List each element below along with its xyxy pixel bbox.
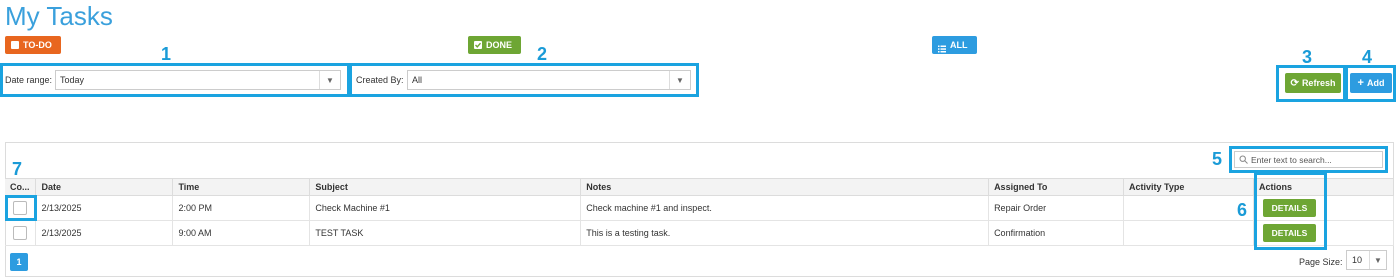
subject-cell: TEST TASK: [309, 220, 582, 246]
completed-checkbox[interactable]: [13, 226, 28, 240]
activity-type-cell: [1123, 220, 1254, 246]
table-row: 2/13/2025 9:00 AM TEST TASK This is a te…: [5, 220, 1395, 246]
column-header-activity-type[interactable]: Activity Type: [1123, 178, 1254, 196]
done-filter-button[interactable]: DONE: [468, 36, 521, 54]
add-button[interactable]: + Add: [1350, 73, 1392, 93]
date-cell: 2/13/2025: [35, 220, 174, 246]
add-label: Add: [1366, 78, 1385, 88]
all-filter-button[interactable]: ALL: [932, 36, 977, 54]
search-input[interactable]: Enter text to search...: [1251, 155, 1332, 165]
chevron-down-icon: ▼: [1369, 251, 1386, 269]
column-header-time[interactable]: Time: [172, 178, 311, 196]
plus-icon: +: [1357, 77, 1364, 89]
assigned-to-cell: Confirmation: [988, 220, 1125, 246]
chevron-down-icon: ▼: [669, 71, 690, 89]
todo-filter-button[interactable]: TO-DO: [5, 36, 61, 54]
assigned-to-cell: Repair Order: [988, 195, 1125, 221]
page-title: My Tasks: [5, 1, 113, 31]
annotation-1: 1: [161, 44, 172, 64]
date-range-label: Date range:: [5, 75, 53, 85]
column-header-completed[interactable]: Co...: [5, 178, 37, 196]
search-box[interactable]: Enter text to search...: [1234, 151, 1383, 168]
chevron-down-icon: ▼: [319, 71, 340, 89]
check-square-icon: [474, 41, 482, 49]
page-1-button[interactable]: 1: [10, 253, 28, 271]
list-icon: [938, 41, 946, 53]
all-filter-label: ALL: [950, 40, 968, 50]
column-header-notes[interactable]: Notes: [580, 178, 990, 196]
refresh-button[interactable]: ⟳ Refresh: [1285, 73, 1341, 93]
annotation-3: 3: [1302, 47, 1313, 67]
subject-cell: Check Machine #1: [309, 195, 582, 221]
refresh-label: Refresh: [1301, 78, 1336, 88]
created-by-value: All: [412, 75, 423, 85]
time-cell: 2:00 PM: [172, 195, 311, 221]
column-header-assigned-to[interactable]: Assigned To: [988, 178, 1125, 196]
activity-type-cell: [1123, 195, 1254, 221]
date-cell: 2/13/2025: [35, 195, 174, 221]
time-cell: 9:00 AM: [172, 220, 311, 246]
page-size-value: 10: [1352, 255, 1363, 265]
column-header-subject[interactable]: Subject: [309, 178, 582, 196]
annotation-4: 4: [1362, 47, 1373, 67]
notes-cell: Check machine #1 and inspect.: [580, 195, 990, 221]
annotation-2: 2: [537, 44, 548, 64]
column-header-date[interactable]: Date: [35, 178, 174, 196]
created-by-select[interactable]: All ▼: [407, 70, 691, 90]
page-size-select[interactable]: 10 ▼: [1346, 250, 1387, 270]
square-icon: [11, 41, 19, 49]
completed-cell: [5, 220, 37, 246]
tasks-table: Co... Date Time Subject Notes Assigned T…: [5, 178, 1395, 246]
done-filter-label: DONE: [486, 40, 513, 50]
table-row: 2/13/2025 2:00 PM Check Machine #1 Check…: [5, 195, 1395, 221]
table-header-row: Co... Date Time Subject Notes Assigned T…: [5, 178, 1395, 196]
date-range-value: Today: [60, 75, 85, 85]
notes-cell: This is a testing task.: [580, 220, 990, 246]
search-icon: [1239, 151, 1248, 169]
refresh-icon: ⟳: [1290, 77, 1299, 89]
todo-filter-label: TO-DO: [23, 40, 52, 50]
actions-highlight: [1254, 172, 1327, 250]
checkbox-highlight: [5, 195, 37, 221]
date-range-select[interactable]: Today ▼: [55, 70, 341, 90]
page-size-label: Page Size:: [1299, 257, 1343, 267]
created-by-label: Created By:: [356, 75, 404, 85]
